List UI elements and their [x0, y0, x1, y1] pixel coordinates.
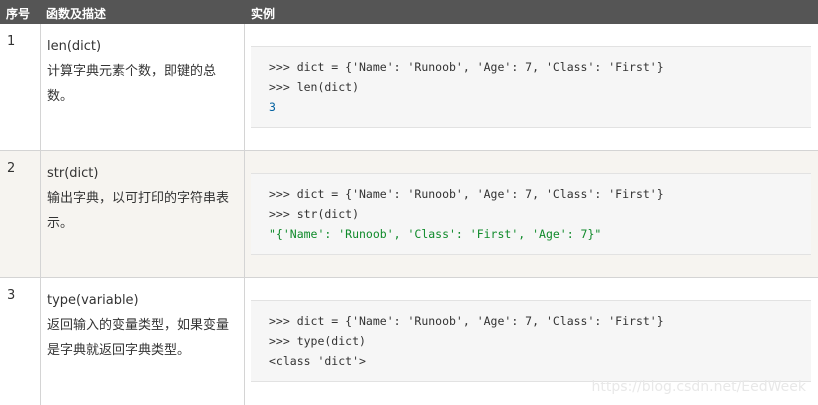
code-line: >>> dict = {'Name': 'Runoob', 'Age': 7, …	[269, 187, 664, 201]
function-name: len(dict)	[47, 39, 102, 54]
code-output: <class 'dict'>	[269, 354, 366, 368]
function-name: type(variable)	[47, 293, 139, 308]
code-line: >>> len(dict)	[269, 80, 360, 94]
column-divider	[40, 24, 41, 405]
column-divider	[244, 24, 245, 405]
table-row: 2 str(dict) 输出字典，以可打印的字符串表示。 >>> dict = …	[0, 151, 818, 278]
function-description: 计算字典元素个数，即键的总数。	[47, 64, 217, 104]
function-name: str(dict)	[47, 166, 99, 181]
function-description: 返回输入的变量类型，如果变量是字典就返回字典类型。	[47, 318, 230, 358]
table-header: 序号 函数及描述 实例	[0, 0, 818, 24]
code-line: >>> dict = {'Name': 'Runoob', 'Age': 7, …	[269, 60, 664, 74]
code-block: >>> dict = {'Name': 'Runoob', 'Age': 7, …	[251, 300, 811, 382]
row-description: str(dict) 输出字典，以可打印的字符串表示。	[47, 161, 237, 236]
function-description: 输出字典，以可打印的字符串表示。	[47, 191, 230, 231]
header-desc: 函数及描述	[46, 7, 107, 21]
code-line: >>> type(dict)	[269, 334, 366, 348]
watermark-text: https://blog.csdn.net/EedWeek	[591, 379, 806, 395]
code-block: >>> dict = {'Name': 'Runoob', 'Age': 7, …	[251, 173, 811, 255]
row-number: 1	[7, 34, 16, 49]
code-output: 3	[269, 100, 276, 114]
code-line: >>> dict = {'Name': 'Runoob', 'Age': 7, …	[269, 314, 664, 328]
row-number: 3	[7, 288, 16, 303]
header-no: 序号	[6, 7, 31, 21]
header-example: 实例	[251, 7, 276, 21]
code-line: >>> str(dict)	[269, 207, 360, 221]
dict-functions-table: 序号 函数及描述 实例 1 len(dict) 计算字典元素个数，即键的总数。 …	[0, 0, 818, 405]
code-output: "{'Name': 'Runoob', 'Class': 'First', 'A…	[269, 227, 602, 241]
table-row: 1 len(dict) 计算字典元素个数，即键的总数。 >>> dict = {…	[0, 24, 818, 151]
code-block: >>> dict = {'Name': 'Runoob', 'Age': 7, …	[251, 46, 811, 128]
row-description: len(dict) 计算字典元素个数，即键的总数。	[47, 34, 237, 109]
row-number: 2	[7, 161, 16, 176]
row-description: type(variable) 返回输入的变量类型，如果变量是字典就返回字典类型。	[47, 288, 237, 363]
